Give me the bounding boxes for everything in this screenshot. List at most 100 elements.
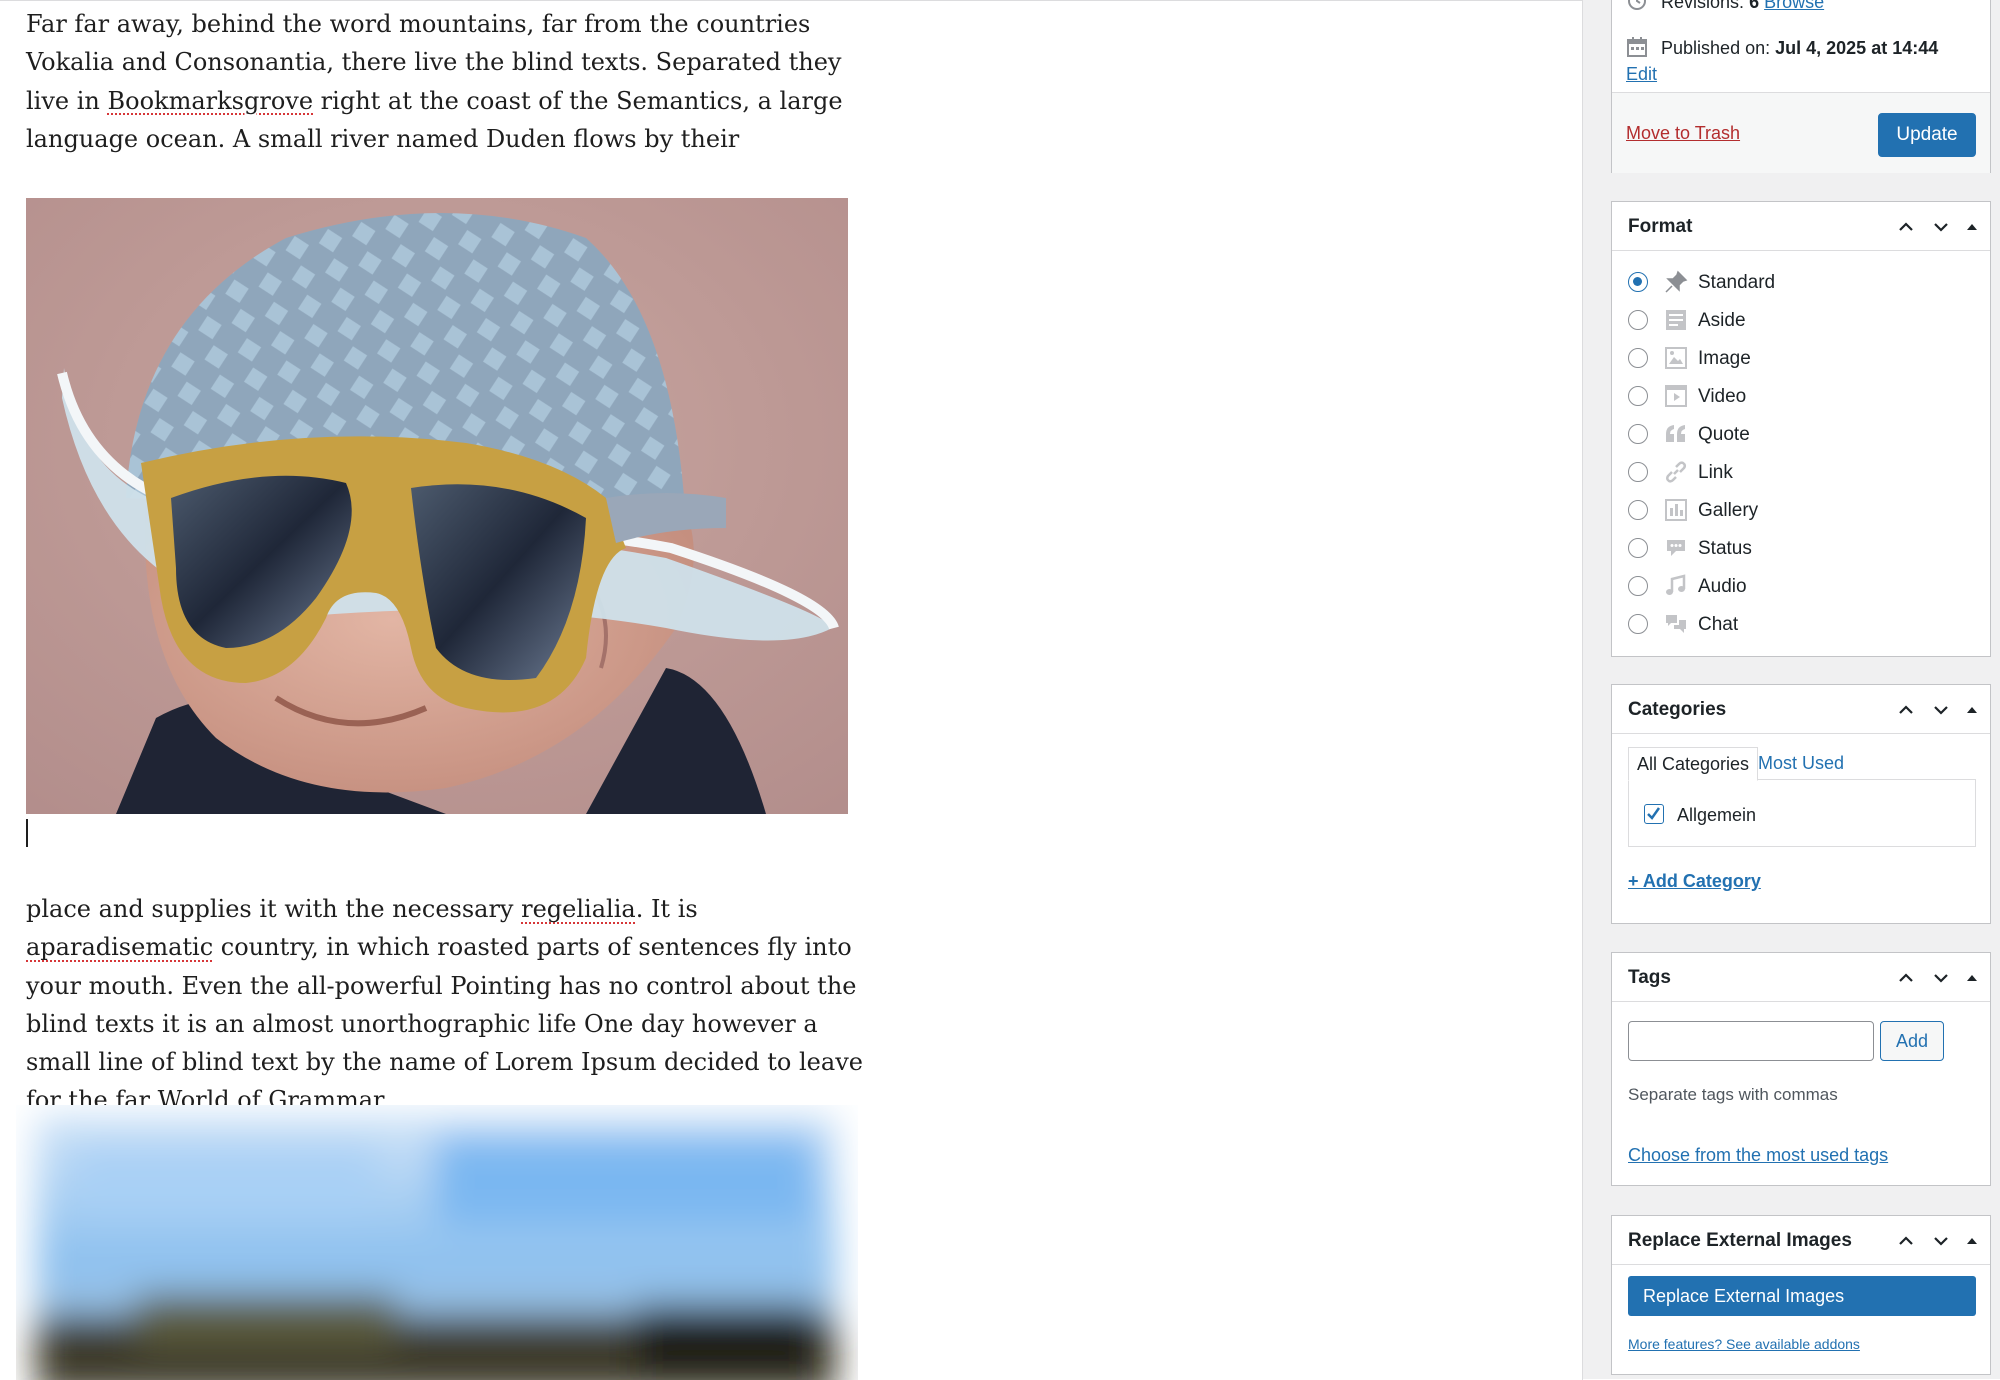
tag-input[interactable] bbox=[1628, 1021, 1874, 1061]
format-label: Status bbox=[1698, 538, 1752, 560]
browse-revisions-link[interactable]: Browse bbox=[1764, 0, 1824, 12]
categories-title: Categories bbox=[1628, 699, 1726, 721]
chevron-up-icon[interactable] bbox=[1896, 1231, 1916, 1251]
chevron-down-icon[interactable] bbox=[1931, 700, 1951, 720]
publish-box: Revisions: 6 Browse Published on: Jul 4,… bbox=[1611, 0, 1991, 173]
format-option-link[interactable]: Link bbox=[1628, 458, 1968, 488]
image-block-portrait[interactable] bbox=[26, 198, 848, 814]
collapse-toggle-icon[interactable] bbox=[1962, 968, 1982, 988]
revisions-count: 6 bbox=[1749, 0, 1759, 12]
tab-all-categories[interactable]: All Categories bbox=[1628, 747, 1758, 781]
revisions-label: Revisions: bbox=[1661, 0, 1744, 12]
replace-external-images-box: Replace External Images Replace External… bbox=[1611, 1215, 1991, 1375]
radio-audio[interactable] bbox=[1628, 576, 1648, 596]
more-features-link[interactable]: More features? See available addons bbox=[1628, 1336, 1860, 1352]
collapse-toggle-icon[interactable] bbox=[1962, 217, 1982, 237]
pin-icon bbox=[1664, 270, 1688, 294]
published-label: Published on: bbox=[1661, 38, 1770, 58]
paragraph-text: . It is bbox=[636, 895, 698, 923]
categories-box-header: Categories bbox=[1612, 685, 1990, 734]
radio-link[interactable] bbox=[1628, 462, 1648, 482]
format-box-header: Format bbox=[1612, 202, 1990, 251]
format-label: Aside bbox=[1698, 310, 1746, 332]
chat-icon bbox=[1664, 612, 1688, 636]
text-cursor bbox=[26, 819, 28, 847]
checkmark-icon bbox=[1645, 805, 1662, 822]
format-title: Format bbox=[1628, 216, 1692, 238]
format-label: Standard bbox=[1698, 272, 1775, 294]
format-label: Link bbox=[1698, 462, 1733, 484]
misspelled-word: aparadisematic bbox=[26, 933, 213, 961]
format-box: Format Standard Aside Image Video Quote … bbox=[1611, 201, 1991, 657]
format-option-chat[interactable]: Chat bbox=[1628, 610, 1968, 640]
radio-aside[interactable] bbox=[1628, 310, 1648, 330]
chevron-down-icon[interactable] bbox=[1931, 217, 1951, 237]
gallery-icon bbox=[1664, 498, 1688, 522]
chevron-up-icon[interactable] bbox=[1896, 700, 1916, 720]
paragraph-block[interactable]: Far far away, behind the word mountains,… bbox=[26, 5, 866, 158]
link-icon bbox=[1664, 460, 1688, 484]
format-option-gallery[interactable]: Gallery bbox=[1628, 496, 1968, 526]
misspelled-word: regelialia bbox=[521, 895, 636, 923]
choose-most-used-tags-link[interactable]: Choose from the most used tags bbox=[1628, 1145, 1888, 1166]
radio-image[interactable] bbox=[1628, 348, 1648, 368]
status-icon bbox=[1664, 536, 1688, 560]
add-tag-button[interactable]: Add bbox=[1880, 1021, 1944, 1061]
category-list: Allgemein bbox=[1628, 779, 1976, 847]
category-label: Allgemein bbox=[1677, 805, 1756, 826]
collapse-toggle-icon[interactable] bbox=[1962, 1231, 1982, 1251]
category-tabs: All Categories Most Used bbox=[1628, 747, 1976, 779]
categories-box: Categories All Categories Most Used Allg… bbox=[1611, 684, 1991, 924]
published-date: Jul 4, 2025 at 14:44 bbox=[1775, 38, 1938, 58]
format-label: Audio bbox=[1698, 576, 1747, 598]
blurred-landscape-photo bbox=[16, 1105, 858, 1380]
chevron-up-icon[interactable] bbox=[1896, 217, 1916, 237]
radio-gallery[interactable] bbox=[1628, 500, 1648, 520]
tags-box-header: Tags bbox=[1612, 953, 1990, 1002]
format-option-status[interactable]: Status bbox=[1628, 534, 1968, 564]
tags-hint: Separate tags with commas bbox=[1628, 1085, 1838, 1105]
replace-external-images-button[interactable]: Replace External Images bbox=[1628, 1276, 1976, 1316]
radio-chat[interactable] bbox=[1628, 614, 1648, 634]
edit-date-link[interactable]: Edit bbox=[1626, 64, 1657, 85]
replace-title: Replace External Images bbox=[1628, 1230, 1852, 1252]
radio-status[interactable] bbox=[1628, 538, 1648, 558]
category-checkbox[interactable] bbox=[1644, 804, 1664, 824]
format-option-quote[interactable]: Quote bbox=[1628, 420, 1968, 450]
paragraph-block[interactable]: place and supplies it with the necessary… bbox=[26, 890, 866, 1120]
image-block-blurred[interactable] bbox=[16, 1105, 858, 1380]
image-icon bbox=[1664, 346, 1688, 370]
chevron-down-icon[interactable] bbox=[1931, 1231, 1951, 1251]
misspelled-word: Bookmarksgrove bbox=[108, 87, 314, 115]
format-option-video[interactable]: Video bbox=[1628, 382, 1968, 412]
revisions-icon bbox=[1626, 0, 1648, 12]
format-label: Video bbox=[1698, 386, 1746, 408]
format-option-aside[interactable]: Aside bbox=[1628, 306, 1968, 336]
move-to-trash-link[interactable]: Move to Trash bbox=[1626, 123, 1740, 144]
tags-box: Tags Add Separate tags with commas Choos… bbox=[1611, 952, 1991, 1186]
radio-quote[interactable] bbox=[1628, 424, 1648, 444]
chevron-down-icon[interactable] bbox=[1931, 968, 1951, 988]
paragraph-text: place and supplies it with the necessary bbox=[26, 895, 521, 923]
audio-icon bbox=[1664, 574, 1688, 598]
format-label: Gallery bbox=[1698, 500, 1758, 522]
radio-standard[interactable] bbox=[1628, 272, 1648, 292]
publish-actions: Move to Trash Update bbox=[1612, 92, 1990, 173]
add-category-link[interactable]: + Add Category bbox=[1628, 871, 1761, 892]
portrait-photo bbox=[26, 198, 848, 814]
format-label: Quote bbox=[1698, 424, 1750, 446]
tab-most-used[interactable]: Most Used bbox=[1758, 747, 1844, 779]
update-button[interactable]: Update bbox=[1878, 113, 1976, 157]
editor-sidebar: Revisions: 6 Browse Published on: Jul 4,… bbox=[1583, 0, 2000, 1379]
post-editor-canvas[interactable]: Far far away, behind the word mountains,… bbox=[0, 0, 1583, 1380]
collapse-toggle-icon[interactable] bbox=[1962, 700, 1982, 720]
format-option-image[interactable]: Image bbox=[1628, 344, 1968, 374]
format-option-audio[interactable]: Audio bbox=[1628, 572, 1968, 602]
aside-icon bbox=[1664, 308, 1688, 332]
radio-video[interactable] bbox=[1628, 386, 1648, 406]
revisions-row: Revisions: 6 Browse bbox=[1626, 0, 1824, 13]
format-option-standard[interactable]: Standard bbox=[1628, 268, 1968, 298]
chevron-up-icon[interactable] bbox=[1896, 968, 1916, 988]
quote-icon bbox=[1664, 422, 1688, 446]
published-on-row: Published on: Jul 4, 2025 at 14:44 bbox=[1626, 36, 1938, 59]
